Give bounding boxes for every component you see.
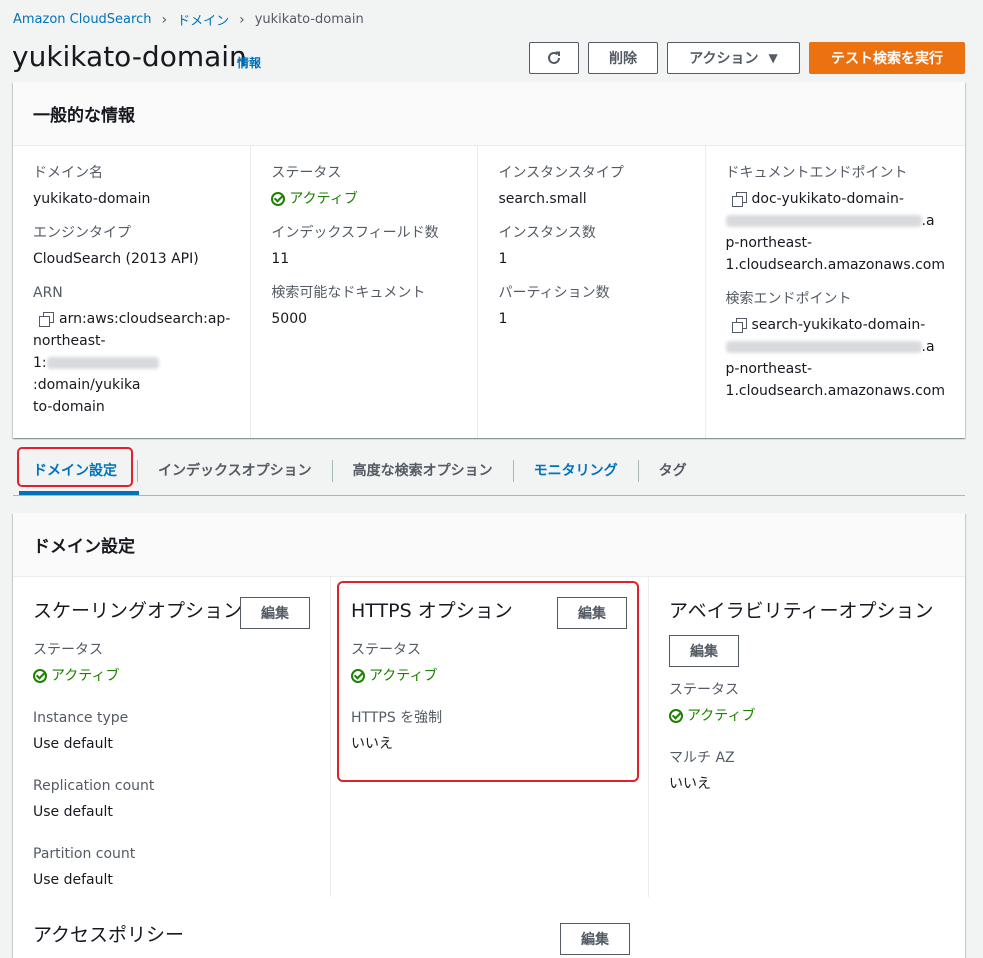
- breadcrumb: Amazon CloudSearch › ドメイン › yukikato-dom…: [13, 10, 364, 30]
- test-search-button[interactable]: テスト検索を実行: [809, 42, 965, 74]
- doc-endpoint-label: ドキュメントエンドポイント: [725, 165, 908, 181]
- availability-options-section: アベイラビリティーオプション 編集 ステータス アクティブ マルチ AZ いいえ: [648, 577, 965, 897]
- refresh-button[interactable]: [529, 42, 579, 74]
- general-info-panel: 一般的な情報 ドメイン名 yukikato-domain エンジンタイプ Clo…: [13, 82, 965, 438]
- tab-tags[interactable]: タグ: [637, 459, 707, 482]
- status-value: アクティブ: [271, 188, 457, 210]
- search-endpoint-label: 検索エンドポイント: [725, 291, 852, 307]
- copy-icon[interactable]: [731, 192, 747, 207]
- scaling-edit-button[interactable]: 編集: [240, 597, 310, 629]
- availability-options-title: アベイラビリティーオプション: [669, 600, 934, 622]
- searchable-docs-value: 5000: [271, 311, 308, 327]
- multi-az-value: いいえ: [669, 776, 711, 792]
- availability-edit-button[interactable]: 編集: [669, 635, 739, 667]
- status-success-icon: [669, 709, 683, 723]
- general-col-3: インスタンスタイプ search.small インスタンス数 1 パーティション…: [477, 146, 704, 438]
- https-highlight-annotation: [337, 581, 639, 782]
- domain-settings-title: ドメイン設定: [13, 513, 965, 577]
- general-info-title: 一般的な情報: [13, 82, 965, 146]
- engine-type-label: エンジンタイプ: [33, 225, 131, 241]
- status-success-icon: [271, 192, 286, 206]
- scaling-instance-type-label: Instance type: [33, 710, 129, 726]
- doc-endpoint-value: doc-yukikato-domain- .a p-northeast- 1.c…: [725, 191, 946, 273]
- scaling-status-label: ステータス: [33, 642, 103, 658]
- delete-button[interactable]: 削除: [588, 42, 658, 74]
- tab-highlight-annotation: [17, 447, 133, 487]
- engine-type-value: CloudSearch (2013 API): [33, 251, 199, 267]
- tab-bar: ドメイン設定 インデックスオプション 高度な検索オプション モニタリング タグ: [13, 446, 965, 496]
- copy-icon[interactable]: [39, 312, 54, 327]
- tab-advanced-search[interactable]: 高度な検索オプション: [331, 459, 513, 482]
- instance-count-label: インスタンス数: [498, 225, 596, 241]
- searchable-docs-label: 検索可能なドキュメント: [271, 285, 426, 301]
- tab-monitoring[interactable]: モニタリング: [512, 459, 638, 482]
- status-label: ステータス: [271, 165, 342, 181]
- index-fields-label: インデックスフィールド数: [271, 225, 439, 241]
- instance-count-value: 1: [498, 251, 508, 267]
- chevron-right-icon: ›: [239, 11, 245, 28]
- page-title: yukikato-domain: [12, 40, 247, 73]
- status-success-icon: [33, 669, 47, 683]
- breadcrumb-domains[interactable]: ドメイン: [177, 10, 229, 29]
- search-endpoint-value: search-yukikato-domain- .a p-northeast- …: [725, 317, 946, 399]
- actions-label: アクション: [689, 51, 759, 67]
- active-tab-indicator: [19, 491, 139, 495]
- instance-type-label: インスタンスタイプ: [498, 165, 624, 181]
- partition-count-value: Use default: [33, 872, 113, 888]
- actions-dropdown[interactable]: アクション ▼: [667, 42, 800, 74]
- breadcrumb-cloudsearch[interactable]: Amazon CloudSearch: [13, 12, 151, 27]
- access-policy-edit-button[interactable]: 編集: [560, 923, 630, 955]
- tab-index-options[interactable]: インデックスオプション: [137, 459, 332, 482]
- domain-name-value: yukikato-domain: [33, 191, 151, 207]
- domain-name-label: ドメイン名: [33, 165, 103, 181]
- scaling-instance-type-value: Use default: [33, 736, 113, 752]
- caret-down-icon: ▼: [768, 51, 778, 65]
- scaling-status-value: アクティブ: [33, 665, 310, 687]
- instance-type-value: search.small: [498, 191, 587, 207]
- info-link[interactable]: 情報: [237, 54, 261, 71]
- general-col-1: ドメイン名 yukikato-domain エンジンタイプ CloudSearc…: [13, 146, 250, 438]
- refresh-icon: [548, 51, 560, 64]
- arn-value: arn:aws:cloudsearch:ap- northeast- 1::do…: [33, 311, 231, 415]
- replication-count-value: Use default: [33, 804, 113, 820]
- availability-status-value: アクティブ: [669, 705, 945, 727]
- general-col-4: ドキュメントエンドポイント doc-yukikato-domain- .a p-…: [704, 146, 965, 438]
- access-policy-section: アクセスポリシー 編集: [13, 897, 965, 955]
- replication-count-label: Replication count: [33, 778, 155, 794]
- scaling-options-section: スケーリングオプション 編集 ステータス アクティブ Instance type…: [13, 577, 330, 897]
- breadcrumb-current: yukikato-domain: [254, 12, 364, 27]
- arn-label: ARN: [33, 285, 63, 301]
- index-fields-value: 11: [271, 251, 290, 267]
- general-col-2: ステータス アクティブ インデックスフィールド数 11 検索可能なドキュメント …: [250, 146, 477, 438]
- copy-icon[interactable]: [731, 318, 747, 333]
- partition-count-label: Partition count: [33, 846, 136, 862]
- chevron-right-icon: ›: [161, 11, 168, 28]
- availability-status-label: ステータス: [669, 682, 739, 698]
- partition-count-label: パーティション数: [498, 285, 610, 301]
- access-policy-title: アクセスポリシー: [33, 924, 185, 946]
- partition-count-value: 1: [498, 311, 508, 327]
- multi-az-label: マルチ AZ: [669, 750, 735, 766]
- header-actions: 削除 アクション ▼ テスト検索を実行: [529, 42, 965, 74]
